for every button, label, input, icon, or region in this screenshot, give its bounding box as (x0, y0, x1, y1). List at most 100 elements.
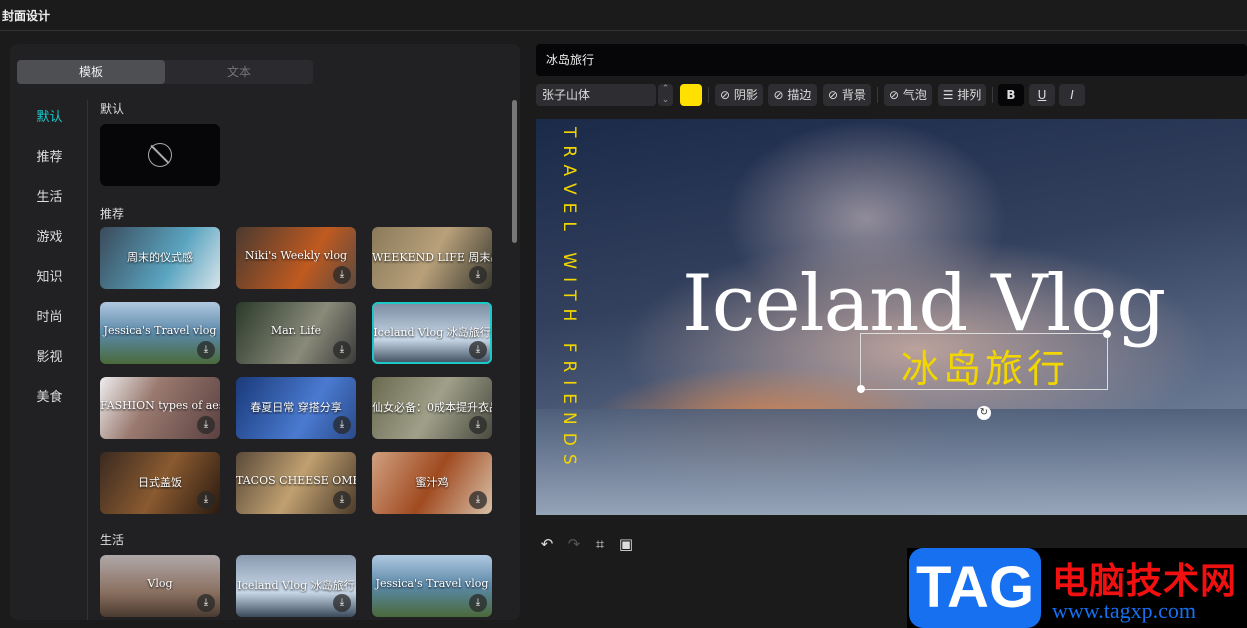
template-thumbnail[interactable]: 春夏日常 穿搭分享 ⤓ (236, 377, 356, 439)
template-thumbnail[interactable]: WEEKEND LIFE 周末出游小记 ⤓ (372, 227, 492, 289)
download-icon[interactable]: ⤓ (197, 416, 215, 434)
category-item[interactable]: 知识 (22, 266, 77, 285)
template-thumbnail[interactable]: Iceland Vlog 冰岛旅行 ⤓ (236, 555, 356, 617)
bold-button[interactable]: B (998, 84, 1024, 106)
divider (87, 100, 88, 620)
template-title: 周末的仪式感 (127, 251, 193, 264)
download-icon[interactable]: ⤓ (469, 266, 487, 284)
template-title: FASHION types of aesthetic (100, 399, 220, 412)
template-thumbnail[interactable]: 日式盖饭 ⤓ (100, 452, 220, 514)
title-bar: 封面设计 (0, 0, 1247, 31)
none-icon: ⊘ (773, 88, 788, 102)
font-stepper[interactable]: ⌃ ⌄ (658, 84, 673, 106)
category-item[interactable]: 美食 (22, 386, 77, 405)
cover-subtitle[interactable]: 冰岛旅行 (861, 338, 1109, 393)
crop-icon[interactable]: ⌗ (591, 535, 609, 553)
cover-text-input[interactable] (536, 44, 1247, 76)
watermark-name: 电脑技术网 (1052, 561, 1238, 602)
underline-button[interactable]: U (1029, 84, 1055, 106)
template-title: TACOS CHEESE OMELETTE (236, 474, 356, 487)
none-icon: ⊘ (889, 88, 903, 102)
download-icon[interactable]: ⤓ (333, 341, 351, 359)
window-title: 封面设计 (2, 9, 51, 23)
template-thumbnail[interactable]: FASHION types of aesthetic ⤓ (100, 377, 220, 439)
download-icon[interactable]: ⤓ (197, 341, 215, 359)
download-icon[interactable]: ⤓ (469, 341, 487, 359)
stroke-button[interactable]: ⊘ 描边 (768, 84, 817, 106)
replace-image-icon[interactable]: ▣ (617, 535, 635, 553)
rotate-icon[interactable]: ↻ (977, 406, 991, 420)
template-thumbnail[interactable]: Niki's Weekly vlog ⤓ (236, 227, 356, 289)
category-item[interactable]: 时尚 (22, 306, 77, 325)
download-icon[interactable]: ⤓ (333, 491, 351, 509)
download-icon[interactable]: ⤓ (197, 594, 215, 612)
template-thumbnail[interactable]: Iceland Vlog 冰岛旅行 ⤓ (372, 302, 492, 364)
redo-icon[interactable]: ↷ (565, 535, 583, 553)
template-thumbnail[interactable]: Jessica's Travel vlog ⤓ (100, 302, 220, 364)
tab-templates[interactable]: 模板 (17, 60, 165, 84)
bubble-button[interactable]: ⊘ 气泡 (884, 84, 932, 106)
download-icon[interactable]: ⤓ (469, 594, 487, 612)
shadow-label: 阴影 (733, 88, 758, 102)
stroke-label: 描边 (787, 88, 812, 102)
template-title: Jessica's Travel vlog (103, 324, 217, 337)
none-icon (148, 143, 172, 167)
template-title: 日式盖饭 (138, 476, 182, 489)
category-item[interactable]: 游戏 (22, 226, 77, 245)
arrange-button[interactable]: ☰ 排列 (938, 84, 986, 106)
template-thumbnail[interactable]: Jessica's Travel vlog ⤓ (372, 555, 492, 617)
template-thumbnail[interactable]: 周末的仪式感 (100, 227, 220, 289)
cover-preview-canvas[interactable]: TRAVEL WITH FRIENDS Iceland Vlog 冰岛旅行 ↻ (536, 119, 1247, 515)
no-template-tile[interactable] (100, 124, 220, 186)
download-icon[interactable]: ⤓ (469, 491, 487, 509)
font-select[interactable]: 张子山体 (536, 84, 656, 106)
italic-button[interactable]: I (1059, 84, 1085, 106)
template-title: WEEKEND LIFE 周末出游小记 (372, 251, 492, 264)
vertical-caption[interactable]: TRAVEL WITH FRIENDS (559, 127, 579, 473)
watermark-url: www.tagxp.com (1052, 598, 1196, 623)
resize-handle[interactable] (857, 385, 865, 393)
section-default-heading: 默认 (100, 102, 125, 116)
template-thumbnail[interactable]: Vlog ⤓ (100, 555, 220, 617)
template-thumbnail[interactable]: 蜜汁鸡 ⤓ (372, 452, 492, 514)
template-title: Mar. Life (270, 324, 322, 337)
text-selection-box[interactable]: 冰岛旅行 (857, 330, 1111, 393)
download-icon[interactable]: ⤓ (469, 416, 487, 434)
download-icon[interactable]: ⤓ (333, 416, 351, 434)
scrollbar[interactable] (512, 100, 517, 243)
none-icon: ⊘ (828, 88, 842, 102)
template-title: 春夏日常 穿搭分享 (250, 401, 342, 414)
sea-background (536, 409, 1247, 515)
template-thumbnail[interactable]: TACOS CHEESE OMELETTE ⤓ (236, 452, 356, 514)
category-item[interactable]: 生活 (22, 186, 77, 205)
template-thumbnail[interactable]: 仙女必备：0成本提升衣品 ⤓ (372, 377, 492, 439)
tab-text[interactable]: 文本 (165, 60, 313, 84)
category-item[interactable]: 默认 (22, 106, 77, 125)
category-item[interactable]: 推荐 (22, 146, 77, 165)
align-icon: ☰ (942, 88, 958, 102)
template-title: Vlog (147, 577, 173, 590)
background-button[interactable]: ⊘ 背景 (823, 84, 871, 106)
template-title: 蜜汁鸡 (415, 476, 449, 489)
template-thumbnail[interactable]: Mar. Life ⤓ (236, 302, 356, 364)
watermark-logo: TAG (909, 548, 1041, 628)
watermark: TAG 电脑技术网 www.tagxp.com (907, 548, 1247, 628)
section-life-heading: 生活 (100, 533, 125, 547)
undo-icon[interactable]: ↶ (538, 535, 556, 553)
template-title: Niki's Weekly vlog (244, 249, 348, 262)
none-icon: ⊘ (720, 88, 734, 102)
category-item[interactable]: 影视 (22, 346, 77, 365)
download-icon[interactable]: ⤓ (333, 594, 351, 612)
text-color-swatch[interactable] (680, 84, 702, 106)
arrange-label: 排列 (957, 88, 982, 102)
bubble-label: 气泡 (902, 88, 927, 102)
panel-tabs: 模板 文本 (17, 60, 313, 84)
download-icon[interactable]: ⤓ (197, 491, 215, 509)
separator (708, 87, 709, 103)
section-recommended-heading: 推荐 (100, 207, 125, 221)
shadow-button[interactable]: ⊘ 阴影 (715, 84, 763, 106)
separator (877, 87, 878, 103)
download-icon[interactable]: ⤓ (333, 266, 351, 284)
template-title: 仙女必备：0成本提升衣品 (372, 401, 492, 414)
resize-handle[interactable] (1103, 330, 1111, 338)
